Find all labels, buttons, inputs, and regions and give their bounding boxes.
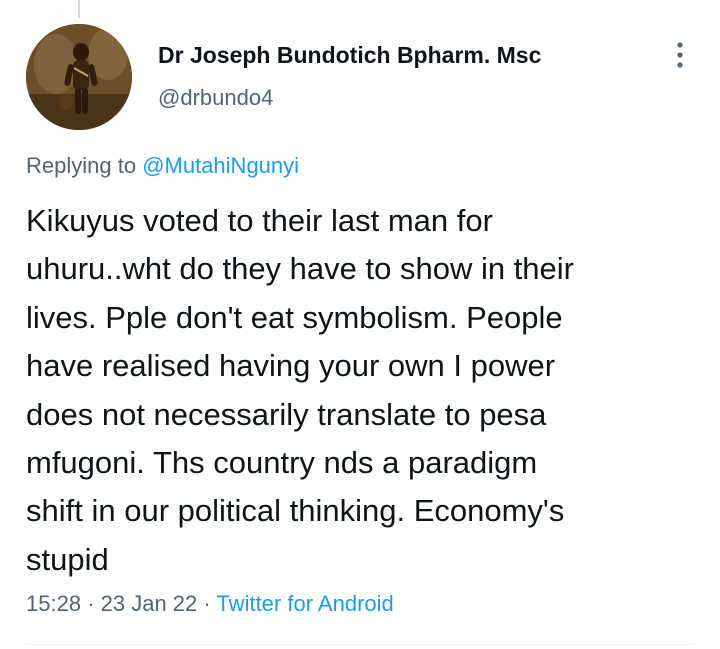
tweet-text: Kikuyus voted to their last man for uhur… xyxy=(26,197,706,584)
tweet-time[interactable]: 15:28 xyxy=(26,591,81,616)
replying-to-line: Replying to @MutahiNgunyi xyxy=(26,153,299,179)
tweet-text-line: Kikuyus voted to their last man for xyxy=(26,203,493,238)
tweet-date[interactable]: 23 Jan 22 xyxy=(101,591,198,616)
tweet-text-line: uhuru..wht do they have to show in their xyxy=(26,251,574,287)
tweet-text-line: does not necessarily translate to pesa xyxy=(26,396,547,432)
avatar[interactable] xyxy=(26,24,132,130)
replying-to-mention-link[interactable]: @MutahiNgunyi xyxy=(142,153,299,178)
meta-separator: · xyxy=(87,591,95,616)
replying-to-prefix: Replying to xyxy=(26,153,143,178)
divider xyxy=(26,644,694,645)
meta-separator: · xyxy=(203,591,211,616)
avatar-photo-icon xyxy=(26,24,132,130)
tweet-text-line: lives. Pple don't eat symbolism. People xyxy=(26,299,563,335)
tweet-source-link[interactable]: Twitter for Android xyxy=(216,591,393,616)
tweet-text-line: shift in our political thinking. Economy… xyxy=(26,493,565,529)
author-name[interactable]: Dr Joseph Bundotich Bpharm. Msc xyxy=(158,42,541,69)
tweet-meta: 15:28 · 23 Jan 22 · Twitter for Android xyxy=(26,591,394,617)
tweet-text-line: stupid xyxy=(26,541,109,577)
tweet-text-line: mfugoni. Ths country nds a paradigm xyxy=(26,445,538,481)
more-vertical-icon[interactable] xyxy=(668,40,692,70)
tweet-text-line: have realised having your own I power xyxy=(26,348,556,384)
thread-connector-line xyxy=(78,0,80,18)
author-handle[interactable]: @drbundo4 xyxy=(158,85,273,111)
